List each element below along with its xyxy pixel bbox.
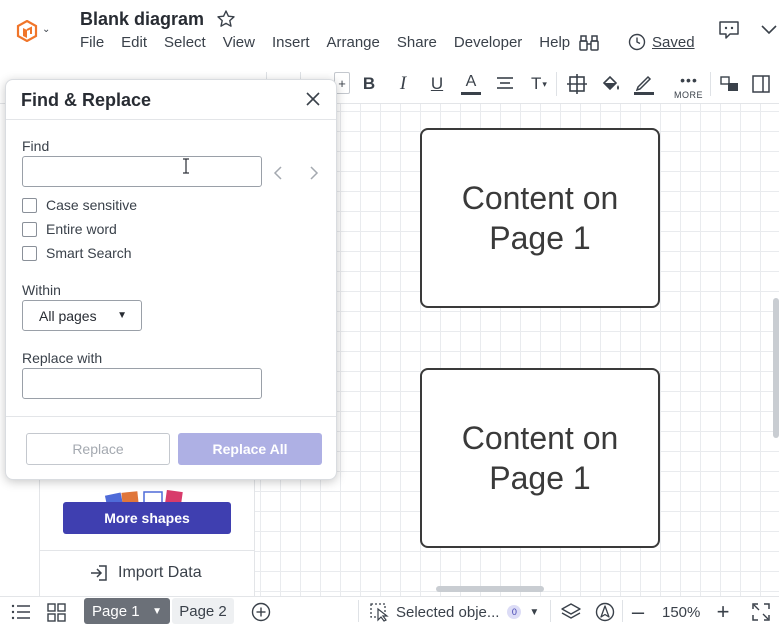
next-result-icon[interactable] bbox=[306, 166, 320, 180]
replace-shape-icon[interactable] bbox=[720, 72, 740, 96]
shape-text: Content on Page 1 bbox=[462, 178, 619, 258]
chevron-down-icon[interactable]: ▼ bbox=[152, 606, 162, 617]
vertical-scrollbar[interactable] bbox=[773, 298, 779, 438]
selection-cursor-icon bbox=[370, 603, 389, 622]
case-sensitive-label: Case sensitive bbox=[46, 197, 138, 213]
replace-with-label: Replace with bbox=[22, 350, 103, 366]
selected-count-badge: 0 bbox=[507, 605, 522, 619]
import-icon bbox=[91, 565, 107, 581]
more-shapes-button[interactable]: More shapes bbox=[63, 502, 231, 534]
entire-word-label: Entire word bbox=[46, 221, 117, 237]
star-icon[interactable] bbox=[216, 9, 236, 29]
text-color-button[interactable]: A bbox=[460, 72, 482, 96]
zoom-level[interactable]: 150% bbox=[662, 600, 700, 624]
page-tab-label: Page 1 bbox=[92, 602, 140, 620]
divider bbox=[6, 119, 336, 120]
text-style-icon: T bbox=[531, 74, 542, 93]
shape-text: Content on Page 1 bbox=[462, 418, 619, 498]
find-label: Find bbox=[22, 138, 50, 154]
find-replace-dialog: Find & Replace Find Case sensitive Entir… bbox=[5, 79, 337, 480]
smart-search-label: Smart Search bbox=[46, 245, 132, 261]
page-tab-1[interactable]: Page 1 ▼ bbox=[84, 598, 170, 624]
chevron-down-icon: ▾ bbox=[542, 78, 547, 89]
menu-view[interactable]: View bbox=[223, 34, 255, 52]
menu-edit[interactable]: Edit bbox=[121, 34, 147, 52]
menu-developer[interactable]: Developer bbox=[454, 34, 522, 52]
close-icon[interactable] bbox=[305, 91, 321, 107]
within-select[interactable]: All pages ▼ bbox=[22, 300, 142, 331]
more-label[interactable]: MORE bbox=[674, 90, 703, 100]
chevron-down-icon: ▼ bbox=[529, 606, 540, 618]
within-label: Within bbox=[22, 282, 61, 298]
chevron-down-icon: ▼ bbox=[117, 310, 127, 321]
clock-icon bbox=[628, 33, 646, 51]
previous-result-icon[interactable] bbox=[272, 166, 286, 180]
container-icon[interactable] bbox=[566, 72, 588, 96]
more-icon[interactable]: ••• bbox=[678, 68, 700, 92]
document-title[interactable]: Blank diagram bbox=[80, 9, 204, 30]
menu-file[interactable]: File bbox=[80, 34, 104, 52]
zoom-out-button[interactable]: – bbox=[629, 599, 647, 624]
within-value: All pages bbox=[39, 307, 97, 324]
align-center-icon[interactable] bbox=[494, 72, 516, 96]
shape-text-line: Content on bbox=[461, 420, 619, 456]
canvas-shape[interactable]: Content on Page 1 bbox=[420, 368, 660, 548]
selected-objects-label: Selected obje... bbox=[396, 603, 500, 621]
page-tab-2[interactable]: Page 2 bbox=[172, 598, 234, 624]
comment-icon[interactable] bbox=[718, 20, 740, 40]
saved-status[interactable]: Saved bbox=[628, 33, 695, 51]
underline-button[interactable]: U bbox=[428, 72, 446, 96]
chevron-down-icon[interactable] bbox=[760, 22, 778, 36]
list-view-icon[interactable] bbox=[10, 600, 32, 624]
divider bbox=[40, 550, 255, 551]
bold-button[interactable]: B bbox=[360, 72, 378, 96]
fullscreen-icon[interactable] bbox=[751, 600, 771, 624]
chevron-down-icon[interactable]: ⌄ bbox=[42, 24, 50, 35]
text-color-icon: A bbox=[465, 72, 477, 90]
entire-word-option[interactable]: Entire word bbox=[22, 221, 117, 237]
smart-search-checkbox[interactable] bbox=[22, 245, 37, 261]
divider bbox=[6, 416, 336, 417]
case-sensitive-checkbox[interactable] bbox=[22, 197, 37, 213]
text-cursor-icon bbox=[183, 158, 189, 174]
case-sensitive-option[interactable]: Case sensitive bbox=[22, 197, 137, 213]
lucid-logo-icon[interactable] bbox=[16, 20, 38, 42]
smart-search-option[interactable]: Smart Search bbox=[22, 245, 132, 261]
navigate-icon[interactable] bbox=[594, 600, 616, 624]
line-color-icon[interactable] bbox=[633, 72, 655, 96]
dialog-title: Find & Replace bbox=[21, 90, 152, 110]
menu-bar: File Edit Select View Insert Arrange Sha… bbox=[80, 34, 587, 52]
menu-help[interactable]: Help bbox=[539, 34, 570, 52]
import-data-button[interactable]: Import Data bbox=[90, 564, 202, 582]
fill-color-icon[interactable] bbox=[600, 72, 622, 96]
replace-button[interactable]: Replace bbox=[26, 433, 170, 465]
horizontal-scrollbar[interactable] bbox=[436, 586, 544, 592]
binoculars-icon[interactable] bbox=[578, 33, 600, 53]
text-color-swatch bbox=[461, 91, 481, 95]
shape-text-line: Page 1 bbox=[489, 460, 591, 496]
menu-arrange[interactable]: Arrange bbox=[327, 34, 380, 52]
grid-view-icon[interactable] bbox=[46, 600, 68, 624]
menu-share[interactable]: Share bbox=[397, 34, 437, 52]
shape-text-line: Page 1 bbox=[489, 220, 591, 256]
layers-icon[interactable] bbox=[560, 600, 582, 624]
app-header: ⌄ Blank diagram File Edit Select View In… bbox=[0, 0, 779, 64]
panel-toggle-icon[interactable] bbox=[751, 72, 771, 96]
canvas-shape[interactable]: Content on Page 1 bbox=[420, 128, 660, 308]
find-input[interactable] bbox=[22, 156, 262, 187]
italic-button[interactable]: I bbox=[394, 72, 412, 96]
import-data-label: Import Data bbox=[118, 564, 202, 581]
saved-label: Saved bbox=[652, 33, 695, 51]
add-page-icon[interactable] bbox=[250, 600, 272, 624]
replace-all-button[interactable]: Replace All bbox=[178, 433, 322, 465]
zoom-in-button[interactable]: + bbox=[714, 599, 732, 624]
selected-objects-button[interactable]: Selected obje... 0 ▼ bbox=[370, 600, 539, 624]
menu-select[interactable]: Select bbox=[164, 34, 206, 52]
shape-text-line: Content on bbox=[461, 180, 619, 216]
replace-input[interactable] bbox=[22, 368, 262, 399]
entire-word-checkbox[interactable] bbox=[22, 221, 37, 237]
menu-insert[interactable]: Insert bbox=[272, 34, 310, 52]
text-options-button[interactable]: T ▾ bbox=[528, 72, 550, 96]
